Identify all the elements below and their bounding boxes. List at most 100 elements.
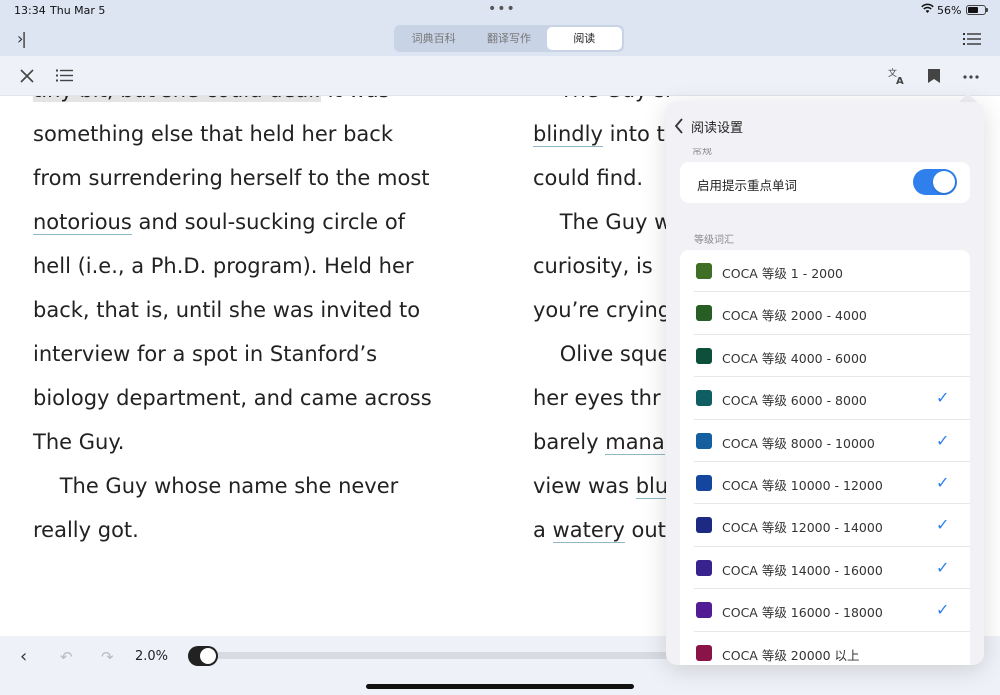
panel-title: 阅读设置 [691, 121, 744, 136]
highlighted-word[interactable]: blu [635, 474, 669, 499]
text-line: The Guy. [33, 430, 124, 454]
progress-slider[interactable] [188, 652, 688, 659]
checkmark-icon: ✓ [936, 515, 950, 535]
level-label: COCA 等级 6000 - 8000 [722, 393, 867, 409]
text-line: a watery out [533, 518, 666, 543]
text-span: barely [533, 430, 606, 454]
progress-thumb[interactable] [200, 648, 216, 664]
level-row[interactable]: COCA 等级 1 - 2000 [680, 250, 970, 293]
tab-translate[interactable]: 翻译写作 [471, 27, 546, 50]
text-line: curiosity, is [533, 254, 653, 278]
panel-header: 阅读设置 [666, 102, 984, 148]
highlighted-word[interactable]: notorious [33, 210, 132, 235]
level-label: COCA 等级 4000 - 6000 [722, 350, 867, 366]
highlighted-word[interactable]: watery [552, 518, 625, 543]
back-chevron-icon[interactable] [674, 118, 684, 134]
text-span: could find. [533, 166, 644, 190]
svg-text:A: A [896, 76, 904, 85]
level-color-swatch [696, 602, 712, 619]
text-span: a [533, 518, 553, 542]
level-color-swatch [696, 347, 712, 364]
level-color-swatch [696, 475, 712, 491]
level-label: COCA 等级 8000 - 10000 [722, 435, 875, 451]
level-row[interactable]: COCA 等级 8000 - 10000 ✓ [680, 420, 970, 462]
status-date: Thu Mar 5 [50, 4, 106, 17]
checkmark-icon: ✓ [936, 557, 950, 577]
sidebar-toggle-icon[interactable]: ›| [17, 29, 27, 48]
text-line: her eyes thr [533, 386, 661, 410]
reader-toolbar: 文 A [0, 56, 1000, 96]
level-color-swatch [696, 517, 712, 534]
redo-icon[interactable]: ↷ [101, 648, 114, 666]
level-color-swatch [696, 559, 712, 576]
page-column-left: tiny bit, but she could deal. It wassome… [33, 78, 493, 558]
level-row[interactable]: COCA 等级 6000 - 8000 ✓ [680, 377, 970, 420]
undo-icon[interactable]: ↶ [60, 648, 73, 666]
status-bar: 13:34 Thu Mar 5 ••• 56% [0, 0, 1000, 22]
list-icon[interactable] [56, 69, 73, 82]
text-line: Olive sque [533, 342, 671, 366]
level-color-swatch [696, 390, 712, 407]
text-line: could find. [533, 166, 643, 190]
outline-list-icon[interactable] [963, 32, 981, 46]
level-label: COCA 等级 16000 - 18000 [722, 605, 883, 621]
battery-percent: 56% [937, 4, 962, 17]
text-span: from surrendering herself to the most [33, 166, 430, 190]
level-row[interactable]: COCA 等级 10000 - 12000 ✓ [680, 462, 970, 505]
text-span: interview for a spot in Stanford’s [33, 342, 378, 366]
checkmark-icon: ✓ [936, 600, 950, 620]
level-row[interactable]: COCA 等级 12000 - 14000 ✓ [680, 504, 970, 547]
text-span: back, that is, until she was invited to [33, 298, 421, 322]
text-span: The Guy w [533, 210, 672, 234]
text-line: something else that held her back [33, 122, 393, 146]
highlighted-word[interactable]: blindly [533, 122, 603, 147]
level-label: COCA 等级 1 - 2000 [722, 266, 844, 281]
text-span: something else that held her back [33, 122, 393, 146]
text-line: The Guy w [533, 210, 672, 234]
text-span: Olive sque [533, 342, 671, 366]
more-icon[interactable] [963, 75, 979, 79]
text-line: interview for a spot in Stanford’s [33, 342, 377, 366]
battery-icon [966, 5, 988, 15]
text-span: out [624, 518, 666, 542]
text-span: biology department, and came across [33, 386, 432, 410]
bookmark-icon[interactable] [927, 68, 941, 84]
level-label: COCA 等级 12000 - 14000 [722, 520, 883, 536]
level-row[interactable]: COCA 等级 4000 - 6000 [680, 335, 970, 378]
home-indicator[interactable] [366, 684, 634, 689]
text-line: The Guy whose name she never [33, 474, 399, 498]
level-list: COCA 等级 1 - 2000 COCA 等级 2000 - 4000 COCA … [680, 250, 970, 665]
app-top-bar: ›| 词典百科 翻译写作 阅读 [0, 22, 1000, 56]
checkmark-icon: ✓ [936, 473, 950, 492]
highlighted-word[interactable]: mana [605, 430, 665, 455]
highlight-toggle[interactable] [913, 169, 957, 195]
translate-icon[interactable]: 文 A [888, 67, 906, 85]
chevron-left-icon[interactable]: ‹ [20, 646, 27, 667]
text-span: and soul-sucking circle of [131, 210, 406, 234]
text-line: hell (i.e., a Ph.D. program). Held her [33, 254, 414, 278]
level-color-swatch [696, 263, 712, 279]
tab-reading[interactable]: 阅读 [546, 27, 622, 50]
level-label: COCA 等级 20000 以上 [722, 647, 860, 663]
level-row[interactable]: COCA 等级 20000 以上 [680, 632, 970, 665]
reading-settings-panel: 常规 阅读设置 启用提示重点单词 等级词汇 COCA 等级 1 - 2000 CO… [666, 102, 984, 665]
status-time: 13:34 [14, 4, 46, 17]
highlight-toggle-label: 启用提示重点单词 [697, 178, 798, 193]
multitask-dots[interactable]: ••• [488, 1, 516, 17]
mode-tabs: 词典百科 翻译写作 阅读 [394, 25, 624, 52]
tab-dictionary[interactable]: 词典百科 [396, 27, 471, 50]
text-span: The Guy. [33, 430, 125, 454]
level-row[interactable]: COCA 等级 14000 - 16000 ✓ [680, 547, 970, 590]
page-column-right: The Guy she met after stumblingblindly i… [533, 78, 673, 558]
close-icon[interactable] [20, 69, 34, 83]
level-row[interactable]: COCA 等级 16000 - 18000 ✓ [680, 589, 970, 632]
text-span: you’re crying [533, 298, 672, 322]
text-line: blindly into t [533, 122, 665, 147]
text-line: from surrendering herself to the most [33, 166, 430, 190]
text-line: view was blu [533, 474, 669, 499]
text-span: really got. [33, 518, 139, 542]
toggle-knob [933, 171, 955, 193]
level-row[interactable]: COCA 等级 2000 - 4000 [680, 292, 970, 335]
progress-label: 2.0% [135, 649, 169, 664]
section-label-levels: 等级词汇 [694, 235, 734, 246]
